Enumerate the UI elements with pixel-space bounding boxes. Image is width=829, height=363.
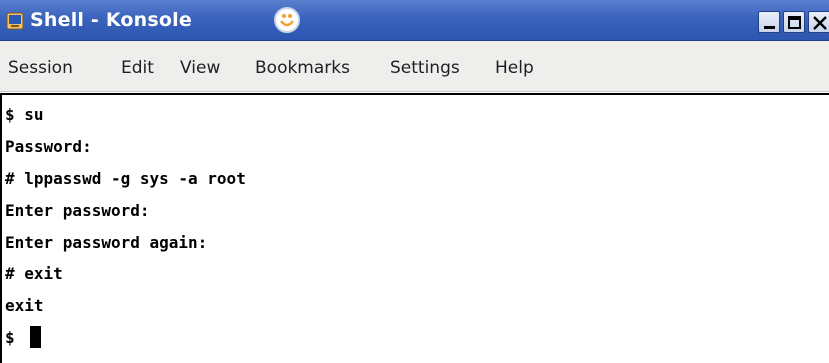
minimize-icon xyxy=(764,26,775,29)
window-title: Shell - Konsole xyxy=(30,9,192,31)
terminal-line: $ su xyxy=(5,105,44,124)
terminal-line: Password: xyxy=(5,137,92,156)
terminal-area[interactable]: $ su Password: # lppasswd -g sys -a root… xyxy=(0,93,829,363)
maximize-button[interactable] xyxy=(783,11,805,33)
close-icon xyxy=(813,16,827,30)
terminal-line: Enter password again: xyxy=(5,233,208,252)
terminal-prompt: $ xyxy=(5,328,15,347)
close-button[interactable] xyxy=(808,11,829,33)
terminal-line: Enter password: xyxy=(5,201,150,220)
terminal-line: exit xyxy=(5,296,44,315)
konsole-emblem-icon xyxy=(272,5,302,35)
menu-settings[interactable]: Settings xyxy=(390,58,460,78)
minimize-button[interactable] xyxy=(758,11,780,33)
text-cursor xyxy=(30,326,41,348)
menu-view[interactable]: View xyxy=(180,58,220,78)
menu-session[interactable]: Session xyxy=(8,58,73,78)
konsole-shell-icon[interactable] xyxy=(6,12,24,30)
terminal-line: # lppasswd -g sys -a root xyxy=(5,169,246,188)
terminal-line: # exit xyxy=(5,264,63,283)
maximize-icon xyxy=(788,16,801,29)
menu-bar: Session Edit View Bookmarks Settings Hel… xyxy=(0,41,829,92)
menu-bookmarks[interactable]: Bookmarks xyxy=(255,58,350,78)
title-bar[interactable]: Shell - Konsole xyxy=(0,0,829,41)
menu-help[interactable]: Help xyxy=(495,58,534,78)
menu-edit[interactable]: Edit xyxy=(121,58,154,78)
